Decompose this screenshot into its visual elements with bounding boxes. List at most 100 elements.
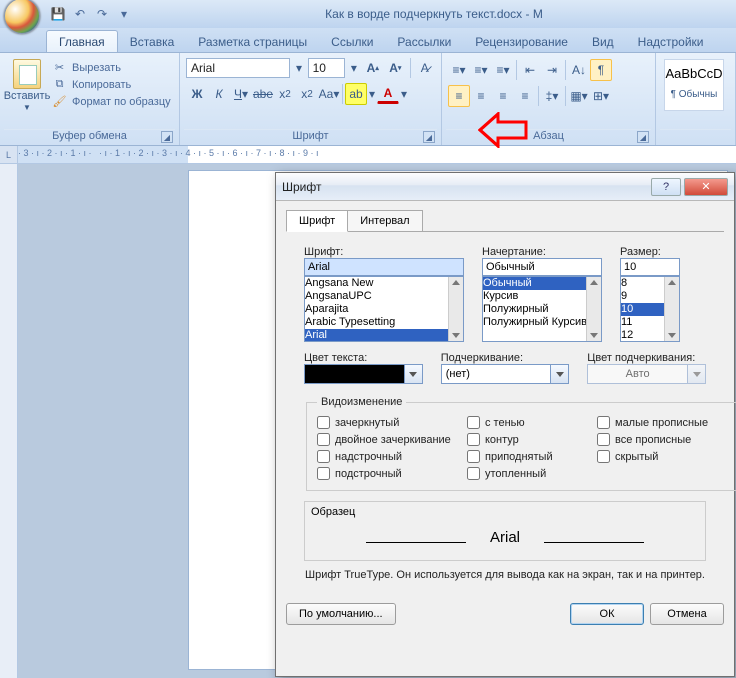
shrink-font-button[interactable]: A▾ — [385, 57, 406, 79]
line-spacing-button[interactable]: ‡▾ — [541, 85, 563, 107]
dialog-tab-spacing[interactable]: Интервал — [348, 210, 422, 232]
align-center-button[interactable]: ≡ — [470, 85, 492, 107]
tab-home[interactable]: Главная — [46, 30, 118, 52]
chk-shadow[interactable]: с тенью — [467, 416, 597, 429]
font-name-combo[interactable]: Arial — [186, 58, 290, 78]
chk-hidden[interactable]: скрытый — [597, 450, 727, 463]
undo-icon[interactable]: ↶ — [72, 6, 88, 22]
italic-button[interactable]: К — [208, 83, 230, 105]
subscript-button[interactable]: x2 — [274, 83, 296, 105]
style-input[interactable] — [482, 258, 602, 276]
numbering-button[interactable]: ≡▾ — [470, 59, 492, 81]
font-dialog-launcher[interactable]: ◢ — [423, 131, 435, 143]
ok-button[interactable]: ОК — [570, 603, 644, 625]
tab-mailings[interactable]: Рассылки — [385, 31, 463, 52]
copy-icon: ⧉ — [52, 77, 67, 92]
paste-label[interactable]: Вставить — [4, 90, 51, 102]
color-dropdown-icon[interactable]: ▾ — [399, 83, 409, 105]
ruler-corner[interactable]: L — [0, 146, 18, 164]
office-button[interactable] — [4, 0, 40, 34]
chk-outline[interactable]: контур — [467, 433, 597, 446]
align-left-button[interactable]: ≡ — [448, 85, 470, 107]
style-listbox[interactable]: Обычный Курсив Полужирный Полужирный Кур… — [482, 276, 602, 342]
highlight-dropdown-icon[interactable]: ▾ — [367, 83, 377, 105]
effects-title: Видоизменение — [317, 396, 406, 408]
scrollbar[interactable] — [448, 277, 463, 341]
show-marks-button[interactable]: ¶ — [590, 59, 612, 81]
tab-references[interactable]: Ссылки — [319, 31, 385, 52]
scrollbar[interactable] — [586, 277, 601, 341]
tab-layout[interactable]: Разметка страницы — [186, 31, 319, 52]
indent-dec-button[interactable]: ⇤ — [519, 59, 541, 81]
chk-allcaps[interactable]: все прописные — [597, 433, 727, 446]
brush-icon: 🖌 — [52, 94, 67, 109]
font-listbox[interactable]: Angsana New AngsanaUPC Aparajita Arabic … — [304, 276, 464, 342]
sample-box: Образец Arial — [304, 501, 706, 561]
tab-insert[interactable]: Вставка — [118, 31, 187, 52]
highlight-button[interactable]: ab — [345, 83, 367, 105]
group-paragraph: ≡▾ ≡▾ ≡▾ ⇤ ⇥ A↓ ¶ ≡ ≡ ≡ ≡ ‡▾ ▦▾ ⊞▾ — [442, 53, 656, 145]
font-color-button[interactable]: A — [377, 85, 399, 104]
save-icon[interactable]: 💾 — [50, 6, 66, 22]
sample-label: Образец — [311, 506, 699, 518]
superscript-button[interactable]: x2 — [296, 83, 318, 105]
size-label: Размер: — [620, 246, 661, 258]
size-dropdown-icon[interactable]: ▾ — [347, 57, 360, 79]
paragraph-dialog-launcher[interactable]: ◢ — [637, 131, 649, 143]
title-bar: 💾 ↶ ↷ ▾ Как в ворде подчеркнуть текст.do… — [0, 0, 736, 28]
copy-button[interactable]: ⧉Копировать — [50, 76, 174, 93]
tab-review[interactable]: Рецензирование — [463, 31, 580, 52]
font-dropdown-icon[interactable]: ▾ — [292, 57, 305, 79]
dialog-tab-font[interactable]: Шрифт — [286, 210, 348, 232]
sort-button[interactable]: A↓ — [568, 59, 590, 81]
size-listbox[interactable]: 8 9 10 11 12 — [620, 276, 680, 342]
indent-inc-button[interactable]: ⇥ — [541, 59, 563, 81]
font-input[interactable] — [304, 258, 464, 276]
paste-dropdown-icon[interactable]: ▼ — [23, 103, 31, 112]
underline-button[interactable]: Ч▾ — [230, 83, 252, 105]
chk-smallcaps[interactable]: малые прописные — [597, 416, 727, 429]
chk-strike[interactable]: зачеркнутый — [317, 416, 467, 429]
grow-font-button[interactable]: A▴ — [362, 57, 383, 79]
bullets-button[interactable]: ≡▾ — [448, 59, 470, 81]
dialog-titlebar[interactable]: Шрифт ? ✕ — [276, 173, 734, 201]
font-size-combo[interactable]: 10 — [308, 58, 346, 78]
chk-dblstrike[interactable]: двойное зачеркивание — [317, 433, 467, 446]
chk-superscript[interactable]: надстрочный — [317, 450, 467, 463]
shading-button[interactable]: ▦▾ — [568, 85, 590, 107]
tab-view[interactable]: Вид — [580, 31, 626, 52]
borders-button[interactable]: ⊞▾ — [590, 85, 612, 107]
paste-icon[interactable] — [13, 59, 41, 89]
clipboard-dialog-launcher[interactable]: ◢ — [161, 131, 173, 143]
redo-icon[interactable]: ↷ — [94, 6, 110, 22]
multilevel-button[interactable]: ≡▾ — [492, 59, 514, 81]
font-color-dropdown[interactable] — [304, 364, 423, 384]
style-normal[interactable]: AaBbCcD ¶ Обычны — [664, 59, 724, 111]
chk-emboss[interactable]: приподнятый — [467, 450, 597, 463]
paragraph-group-label: Абзац — [533, 130, 564, 142]
default-button[interactable]: По умолчанию... — [286, 603, 396, 625]
vertical-ruler[interactable] — [0, 164, 18, 678]
change-case-button[interactable]: Aa▾ — [318, 83, 340, 105]
strike-button[interactable]: abe — [252, 83, 274, 105]
align-right-button[interactable]: ≡ — [492, 85, 514, 107]
bold-button[interactable]: Ж — [186, 83, 208, 105]
sample-text: Arial — [490, 529, 520, 546]
cut-button[interactable]: ✂Вырезать — [50, 59, 174, 76]
font-info: Шрифт TrueType. Он используется для выво… — [304, 569, 706, 581]
tab-addins[interactable]: Надстройки — [626, 31, 716, 52]
clear-format-button[interactable]: A̷ — [414, 57, 435, 79]
size-input[interactable] — [620, 258, 680, 276]
qat-more-icon[interactable]: ▾ — [116, 6, 132, 22]
help-button[interactable]: ? — [651, 178, 681, 196]
underline-dropdown[interactable]: (нет) — [441, 364, 570, 384]
chk-engrave[interactable]: утопленный — [467, 467, 597, 480]
format-painter-button[interactable]: 🖌Формат по образцу — [50, 93, 174, 110]
horizontal-ruler[interactable]: L · 3 · ı · 2 · ı · 1 · ı · · ı · 1 · ı … — [0, 146, 736, 164]
cancel-button[interactable]: Отмена — [650, 603, 724, 625]
ribbon: Вставить ▼ ✂Вырезать ⧉Копировать 🖌Формат… — [0, 52, 736, 146]
scrollbar[interactable] — [664, 277, 679, 341]
justify-button[interactable]: ≡ — [514, 85, 536, 107]
chk-subscript[interactable]: подстрочный — [317, 467, 467, 480]
close-button[interactable]: ✕ — [684, 178, 728, 196]
